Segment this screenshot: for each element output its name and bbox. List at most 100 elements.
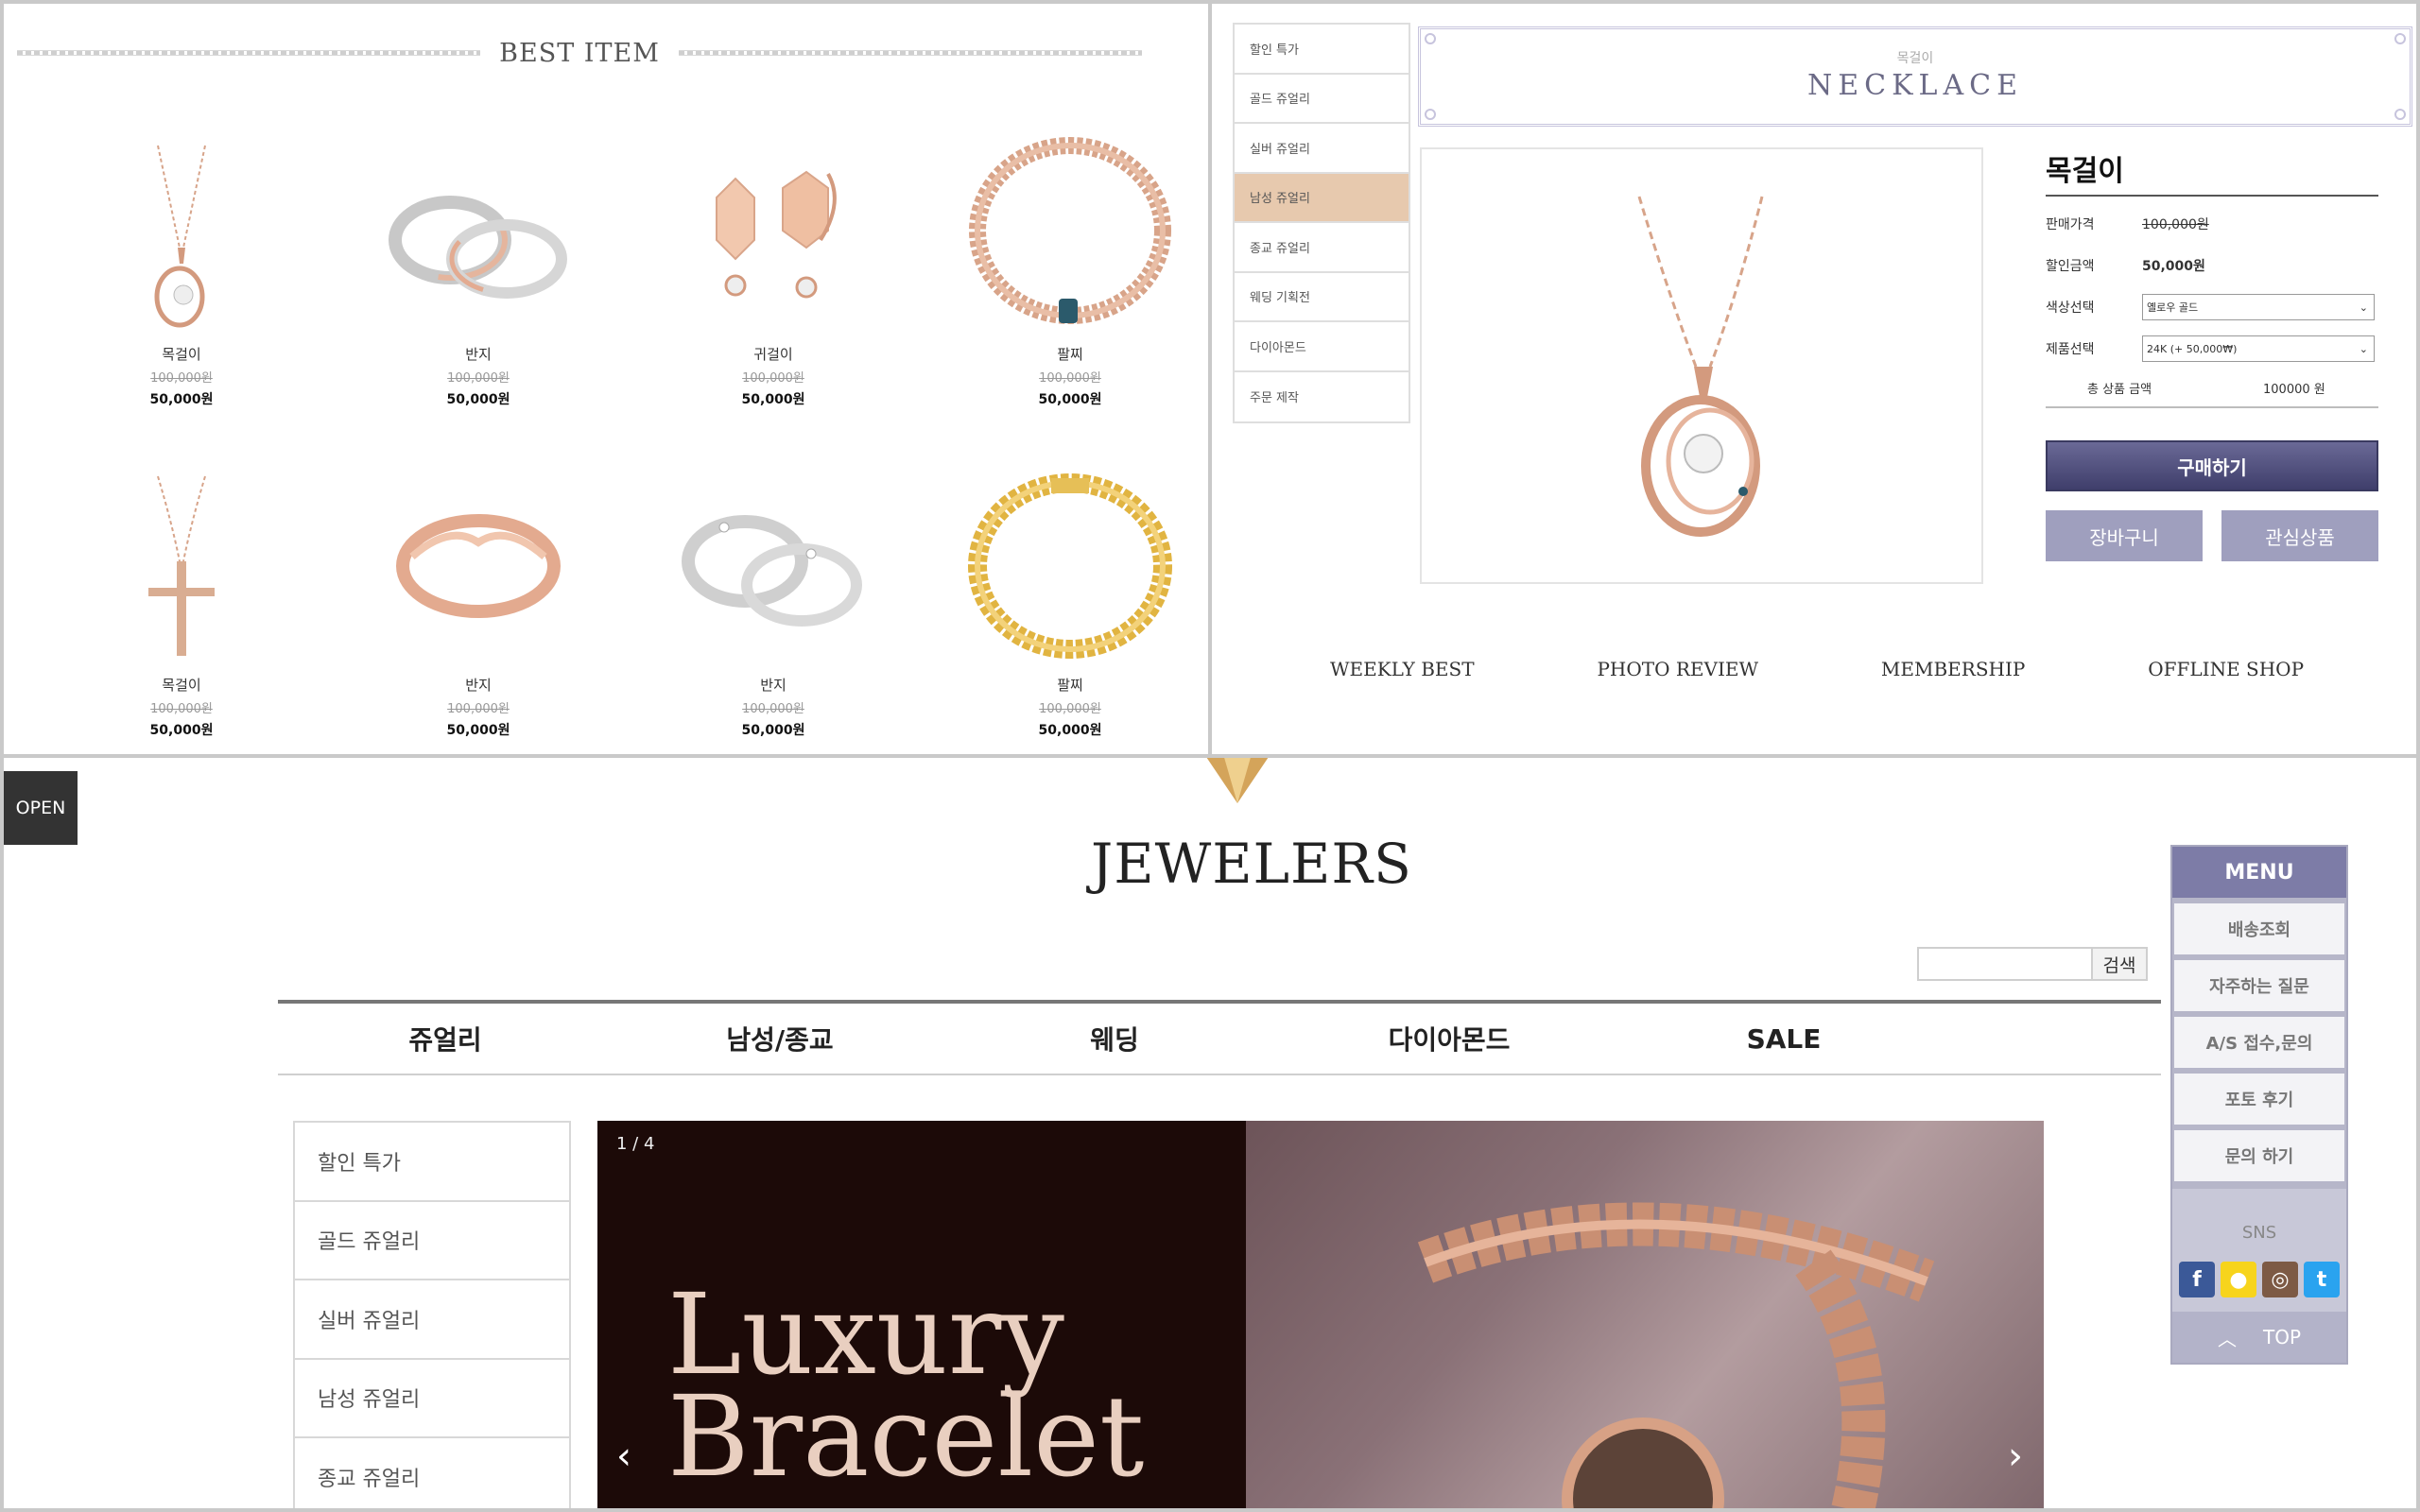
- product-original-price: 100,000원: [150, 702, 213, 716]
- category-item[interactable]: 종교 쥬얼리: [1235, 223, 1409, 273]
- diamond-logo-icon: [1206, 758, 1269, 803]
- category-item[interactable]: 주문 제작: [1235, 372, 1409, 422]
- quick-menu-item[interactable]: 자주하는 질문: [2174, 960, 2344, 1011]
- sale-price-label: 판매가격: [2046, 217, 2095, 232]
- product-name[interactable]: 반지: [365, 675, 592, 695]
- total-value: 100000 원: [2263, 382, 2325, 397]
- product-card[interactable]: 반지 100,000원 50,000원: [365, 467, 592, 739]
- product-option-label: 제품선택: [2046, 342, 2095, 357]
- product-price: 50,000원: [446, 392, 510, 407]
- category-item[interactable]: 골드 쥬얼리: [1235, 75, 1409, 124]
- slide-prev-button[interactable]: ‹: [616, 1435, 631, 1478]
- product-price: 50,000원: [1038, 392, 1102, 407]
- product-card[interactable]: 팔찌 100,000원 50,000원: [957, 467, 1184, 739]
- product-option-value: 24K (+ 50,000₩): [2147, 342, 2238, 355]
- wishlist-button[interactable]: 관심상품: [2221, 510, 2378, 561]
- product-info: 목걸이 판매가격 100,000원 할인금액 50,000원 색상선택 옐로우 …: [2046, 147, 2378, 561]
- sidebar-item[interactable]: 남성 쥬얼리: [295, 1360, 569, 1438]
- product-card[interactable]: 반지 100,000원 50,000원: [365, 136, 592, 408]
- search-input[interactable]: [1917, 947, 2093, 981]
- color-select[interactable]: 옐로우 골드 ⌄: [2142, 294, 2375, 320]
- bracelet-image: [969, 137, 1171, 324]
- product-name[interactable]: 목걸이: [68, 344, 295, 364]
- site-logo[interactable]: JEWELERS: [1091, 832, 1411, 896]
- category-item[interactable]: 웨딩 기획전: [1235, 273, 1409, 322]
- banner-corner-ornament: [1425, 33, 1436, 44]
- product-original-price: 100,000원: [1039, 371, 1101, 386]
- category-item[interactable]: 실버 쥬얼리: [1235, 124, 1409, 174]
- discount-row: 할인금액 50,000원: [2046, 251, 2378, 280]
- offline-shop-link[interactable]: OFFLINE SHOP: [2148, 658, 2304, 680]
- quick-menu-item[interactable]: 문의 하기: [2174, 1130, 2344, 1181]
- product-name[interactable]: 팔찌: [957, 344, 1184, 364]
- facebook-icon[interactable]: f: [2179, 1262, 2215, 1297]
- product-original-price: 100,000원: [447, 702, 510, 716]
- banner-corner-ornament: [1425, 109, 1436, 120]
- gold-bracelet-image: [968, 473, 1172, 659]
- scroll-top-label: TOP: [2262, 1326, 2302, 1349]
- sns-label: SNS: [2241, 1223, 2277, 1243]
- product-price: 50,000원: [741, 392, 805, 407]
- product-name[interactable]: 반지: [660, 675, 887, 695]
- main-page-panel: OPEN JEWELERS 검색 쥬얼리 남성/종교 웨딩 다이아몬드 SALE…: [0, 754, 2420, 1512]
- weekly-best-link[interactable]: WEEKLY BEST: [1330, 658, 1475, 680]
- instagram-icon[interactable]: ◎: [2262, 1262, 2298, 1297]
- product-name[interactable]: 팔찌: [957, 675, 1184, 695]
- sidebar-item[interactable]: 종교 쥬얼리: [295, 1438, 569, 1508]
- sidebar-item[interactable]: 골드 쥬얼리: [295, 1202, 569, 1280]
- membership-link[interactable]: MEMBERSHIP: [1881, 658, 2025, 680]
- product-option-select[interactable]: 24K (+ 50,000₩) ⌄: [2142, 335, 2375, 362]
- nav-item-men-religion[interactable]: 남성/종교: [613, 1020, 947, 1057]
- product-card[interactable]: 반지 100,000원 50,000원: [660, 467, 887, 739]
- search-bar: 검색: [1917, 947, 2148, 981]
- product-card[interactable]: 목걸이 100,000원 50,000원: [68, 136, 295, 408]
- sale-price-value: 100,000원: [2142, 217, 2209, 232]
- slide-headline: Luxury Bracelet: [667, 1269, 1145, 1502]
- nav-item-sale[interactable]: SALE: [1616, 1023, 1951, 1055]
- color-row: 색상선택 옐로우 골드 ⌄: [2046, 293, 2378, 321]
- sns-section: SNS f ● ◎ t: [2172, 1189, 2346, 1312]
- buy-button[interactable]: 구매하기: [2046, 440, 2378, 491]
- product-name[interactable]: 귀걸이: [660, 344, 887, 364]
- cart-button[interactable]: 장바구니: [2046, 510, 2203, 561]
- product-original-price: 100,000원: [742, 702, 804, 716]
- slide-headline-line1: Luxury: [667, 1269, 1064, 1400]
- ring-pair-image: [682, 515, 862, 627]
- product-original-price: 100,000원: [742, 371, 804, 386]
- quick-menu-item[interactable]: A/S 접수,문의: [2174, 1017, 2344, 1068]
- scroll-top-button[interactable]: ︿ TOP: [2172, 1312, 2346, 1363]
- chevron-down-icon: ⌄: [2359, 342, 2368, 355]
- product-card[interactable]: 팔찌 100,000원 50,000원: [957, 136, 1184, 408]
- color-select-value: 옐로우 골드: [2147, 301, 2199, 314]
- product-name[interactable]: 반지: [365, 344, 592, 364]
- product-title: 목걸이: [2046, 147, 2378, 197]
- search-button[interactable]: 검색: [2093, 947, 2148, 981]
- product-image: [1420, 147, 1983, 584]
- sns-icons: f ● ◎ t: [2172, 1262, 2346, 1297]
- product-detail-panel: 할인 특가 골드 쥬얼리 실버 쥬얼리 남성 쥬얼리 종교 쥬얼리 웨딩 기획전…: [1208, 0, 2420, 758]
- best-item-panel: BEST ITEM 목걸이 100,000원 50,000원 반지 100,00…: [0, 0, 1212, 758]
- product-card[interactable]: 귀걸이 100,000원 50,000원: [660, 136, 887, 408]
- photo-review-link[interactable]: PHOTO REVIEW: [1597, 658, 1758, 680]
- ring-image: [396, 514, 561, 618]
- sale-price-row: 판매가격 100,000원: [2046, 210, 2378, 238]
- discount-value: 50,000원: [2142, 259, 2205, 274]
- open-toggle-button[interactable]: OPEN: [4, 771, 78, 845]
- category-item[interactable]: 할인 특가: [1235, 25, 1409, 75]
- nav-item-wedding[interactable]: 웨딩: [947, 1020, 1282, 1057]
- sidebar-item[interactable]: 할인 특가: [295, 1123, 569, 1202]
- sidebar-item[interactable]: 실버 쥬얼리: [295, 1280, 569, 1360]
- category-item[interactable]: 다이아몬드: [1235, 322, 1409, 372]
- twitter-icon[interactable]: t: [2304, 1262, 2340, 1297]
- kakao-icon[interactable]: ●: [2221, 1262, 2256, 1297]
- nav-item-jewelry[interactable]: 쥬얼리: [278, 1020, 613, 1057]
- category-item-active[interactable]: 남성 쥬얼리: [1235, 173, 1409, 223]
- quick-menu-item[interactable]: 포토 후기: [2174, 1074, 2344, 1125]
- quick-menu-item[interactable]: 배송조회: [2174, 903, 2344, 954]
- product-card[interactable]: 목걸이 100,000원 50,000원: [68, 467, 295, 739]
- slide-next-button[interactable]: ›: [2008, 1435, 2023, 1478]
- nav-item-diamond[interactable]: 다이아몬드: [1282, 1020, 1616, 1057]
- product-name[interactable]: 목걸이: [68, 675, 295, 695]
- slide-headline-line2: Bracelet: [667, 1371, 1145, 1502]
- product-option-row: 제품선택 24K (+ 50,000₩) ⌄: [2046, 335, 2378, 363]
